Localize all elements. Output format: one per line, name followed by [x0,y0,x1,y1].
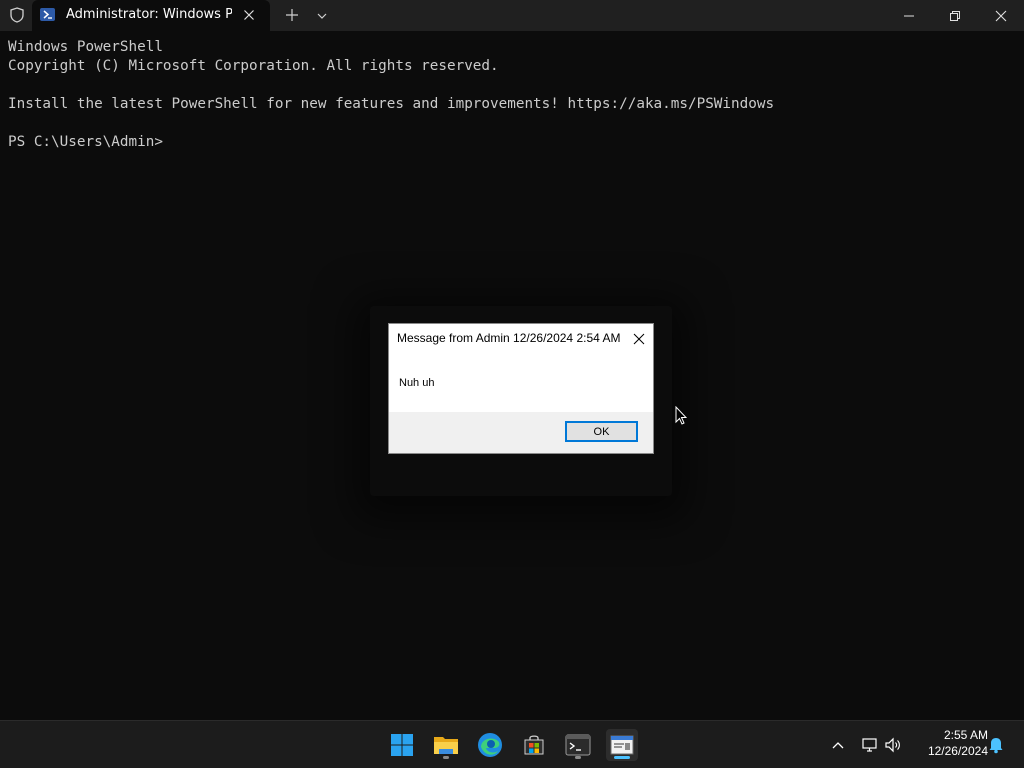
clock-date: 12/26/2024 [927,744,988,758]
tab-dropdown-button[interactable] [315,8,329,22]
tab-title: Administrator: Windows PowerShell [66,7,232,22]
shield-icon [8,6,26,24]
edge-icon [478,733,502,757]
console-line: Install the latest PowerShell for new fe… [8,96,775,112]
dialog-close-icon[interactable] [632,331,646,345]
close-icon [995,10,1007,21]
message-window-icon [610,735,634,755]
running-indicator [575,756,581,759]
restore-icon [950,10,960,21]
plus-icon [286,9,298,21]
message-dialog: Message from Admin 12/26/2024 2:54 AM Nu… [388,323,654,454]
tab-powershell[interactable]: Administrator: Windows PowerShell [32,0,270,31]
powershell-icon [40,8,55,21]
ok-button[interactable]: OK [565,421,638,442]
network-icon[interactable] [860,735,880,755]
chevron-up-icon[interactable] [828,735,848,755]
console-line: Windows PowerShell [8,39,163,55]
folder-icon [434,737,458,754]
clock-time: 2:55 AM [943,728,988,742]
console-line: Copyright (C) Microsoft Corporation. All… [8,58,499,74]
file-explorer-button[interactable] [430,729,462,761]
tab-close-icon[interactable] [241,7,257,23]
title-bar: Administrator: Windows PowerShell [0,0,1024,31]
close-button[interactable] [978,0,1024,31]
terminal-button[interactable] [562,729,594,761]
new-tab-button[interactable] [284,7,300,23]
console-prompt: PS C:\Users\Admin> [8,134,163,150]
taskbar [0,720,1024,768]
windows-logo-icon [391,734,413,756]
active-indicator [614,756,630,759]
start-button[interactable] [386,729,418,761]
console-output[interactable]: Windows PowerShell Copyright (C) Microso… [8,38,1008,152]
dialog-footer: OK [389,412,653,453]
message-window-button[interactable] [606,729,638,761]
dialog-title: Message from Admin 12/26/2024 2:54 AM [397,331,621,345]
store-icon [524,735,544,755]
running-indicator [443,756,449,759]
volume-icon[interactable] [883,735,903,755]
chevron-down-icon [317,13,327,19]
notification-bell-icon[interactable] [986,735,1006,755]
minimize-icon [904,15,914,16]
edge-button[interactable] [474,729,506,761]
dialog-message: Nuh uh [399,377,435,389]
store-button[interactable] [518,729,550,761]
minimize-button[interactable] [886,0,932,31]
terminal-icon [565,734,591,756]
system-clock[interactable]: 2:55 AM 12/26/2024 [912,727,988,759]
restore-button[interactable] [932,0,978,31]
mouse-cursor-icon [675,405,688,426]
